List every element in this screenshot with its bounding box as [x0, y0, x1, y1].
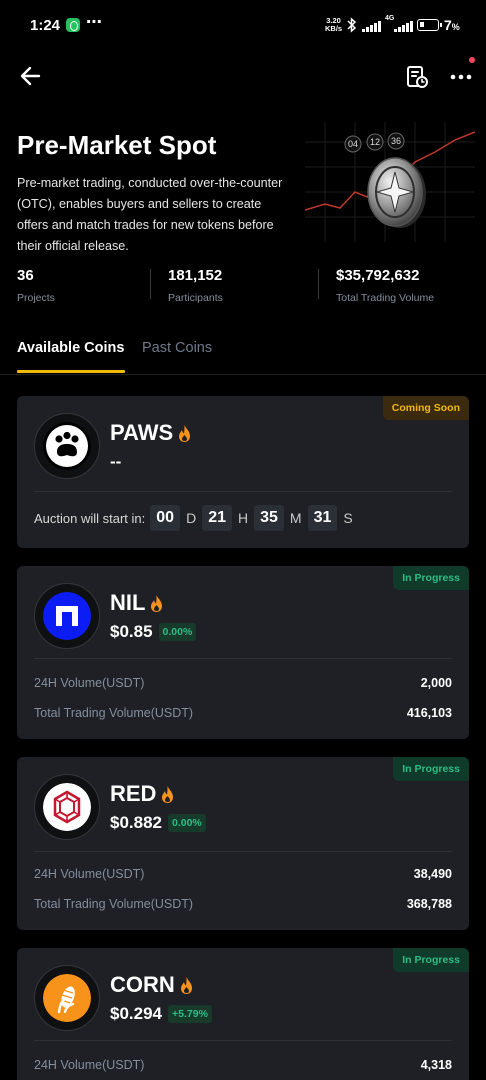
red-logo-icon — [43, 783, 91, 831]
auction-countdown: Auction will start in: 00 D 21 H 35 M 31… — [34, 505, 359, 531]
stat-divider — [318, 269, 319, 299]
page-description: Pre-market trading, conducted over-the-c… — [17, 176, 283, 253]
price-change: +5.79% — [168, 1005, 212, 1023]
coin-price: $0.882 0.00% — [110, 813, 206, 833]
total-volume-value: 368,788 — [406, 897, 452, 911]
avatar — [34, 965, 100, 1031]
status-badge: In Progress — [393, 948, 469, 972]
stat-participants: 181,152 Participants — [168, 267, 223, 304]
avatar — [34, 583, 100, 649]
fire-icon — [162, 785, 174, 803]
status-bar: 1:24 ⋯ 3.20 KB/s 4G 7% — [0, 0, 486, 52]
coin-card-corn[interactable]: In Progress CORN $0.294 +5.79% 24H Volum… — [17, 948, 469, 1080]
coin-name: NIL — [110, 590, 164, 616]
avatar — [34, 774, 100, 840]
total-volume-label: Total Trading Volume(USDT) — [34, 706, 194, 720]
whatsapp-notification-icon — [66, 18, 80, 32]
countdown-seconds: 31 — [307, 505, 338, 531]
vol24-value: 38,490 — [413, 867, 452, 881]
paws-logo-icon — [43, 422, 91, 470]
total-volume-value: 416,103 — [406, 706, 452, 720]
price-change: 0.00% — [158, 623, 197, 641]
tabs-divider — [0, 374, 486, 375]
coin-card-paws[interactable]: Coming Soon PAWS -- Auction will start i… — [17, 396, 469, 548]
more-notifications-icon: ⋯ — [86, 14, 103, 31]
countdown-minutes: 35 — [254, 505, 284, 531]
tab-past-coins[interactable]: Past Coins — [142, 340, 212, 356]
network-type: 4G — [385, 15, 395, 22]
coin-name: RED — [110, 781, 175, 807]
countdown-hours: 21 — [202, 505, 232, 531]
stat-total-volume: $35,792,632 Total Trading Volume — [336, 267, 435, 304]
page-title: Pre-Market Spot — [17, 130, 217, 160]
coin-name: CORN — [110, 972, 194, 998]
coin-price: -- — [110, 452, 122, 471]
signal-1-icon — [362, 20, 381, 32]
coin-name: PAWS — [110, 420, 192, 446]
avatar — [34, 413, 100, 479]
art-label-2: 12 — [370, 137, 380, 147]
pre-market-page: 1:24 ⋯ 3.20 KB/s 4G 7% Pre-Market Spot P… — [0, 0, 486, 1080]
vol24-label: 24H Volume(USDT) — [34, 1058, 145, 1072]
coin-illustration: 04 12 36 — [305, 122, 475, 242]
art-label-1: 04 — [348, 139, 358, 149]
countdown-days: 00 — [150, 505, 181, 531]
card-divider — [34, 851, 452, 852]
coin-price: $0.85 0.00% — [110, 622, 197, 642]
fire-icon — [151, 594, 163, 612]
bluetooth-icon — [347, 17, 357, 33]
stat-projects: 36 Projects — [17, 267, 55, 304]
price-change: 0.00% — [168, 814, 206, 832]
card-divider — [34, 491, 452, 492]
signal-2-icon — [394, 20, 413, 32]
card-divider — [34, 658, 452, 659]
coin-price: $0.294 +5.79% — [110, 1004, 212, 1024]
auction-label: Auction will start in: — [34, 510, 146, 526]
notification-dot — [469, 57, 475, 63]
vol24-label: 24H Volume(USDT) — [34, 867, 145, 881]
fire-icon — [180, 976, 192, 994]
coin-card-red[interactable]: In Progress RED $0.882 0.00% 24H Volume(… — [17, 757, 469, 930]
network-speed: 3.20 KB/s — [325, 16, 343, 33]
stat-divider — [150, 269, 151, 299]
art-label-3: 36 — [391, 136, 401, 146]
coin-card-nil[interactable]: In Progress NIL $0.85 0.00% 24H Volume(U… — [17, 566, 469, 739]
battery-percent: 7% — [444, 17, 460, 33]
vol24-value: 2,000 — [420, 676, 452, 690]
fire-icon — [179, 424, 191, 442]
nil-logo-icon — [43, 592, 91, 640]
arrow-left-icon[interactable] — [18, 63, 44, 89]
vol24-label: 24H Volume(USDT) — [34, 676, 145, 690]
total-volume-label: Total Trading Volume(USDT) — [34, 897, 194, 911]
more-dots-icon[interactable] — [448, 64, 474, 90]
active-tab-indicator — [17, 370, 125, 373]
battery-icon — [417, 19, 442, 31]
tab-available-coins[interactable]: Available Coins — [17, 340, 124, 356]
order-history-icon[interactable] — [404, 64, 430, 90]
corn-logo-icon — [43, 974, 91, 1022]
card-divider — [34, 1040, 452, 1041]
status-badge: Coming Soon — [382, 396, 469, 420]
status-time: 1:24 — [30, 17, 61, 34]
vol24-value: 4,318 — [420, 1058, 452, 1072]
status-badge: In Progress — [393, 757, 469, 781]
status-badge: In Progress — [393, 566, 469, 590]
